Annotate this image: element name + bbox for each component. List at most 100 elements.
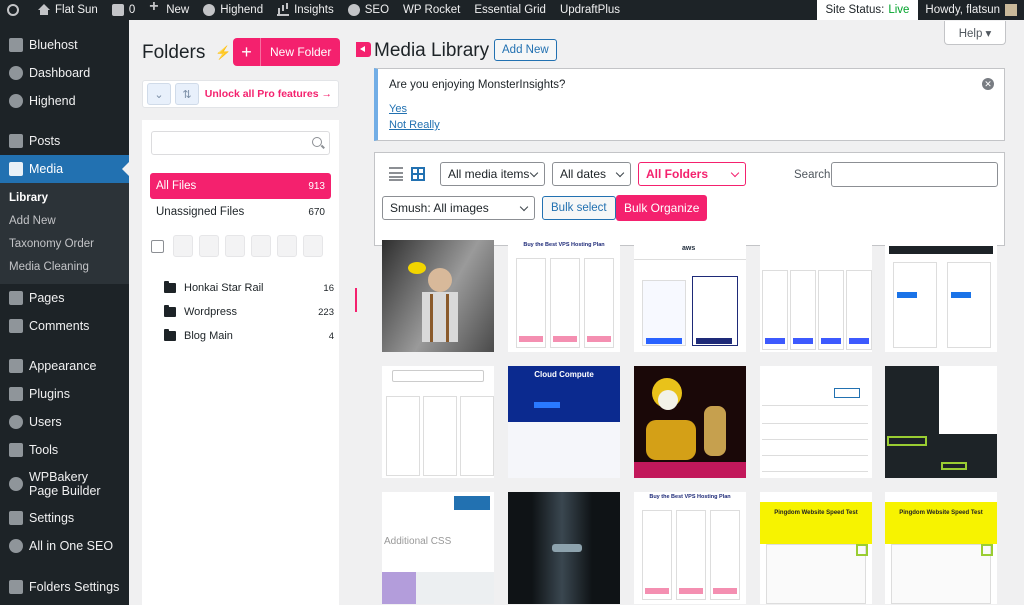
trash-icon[interactable] bbox=[303, 235, 323, 257]
dismiss-icon[interactable]: ✕ bbox=[982, 78, 994, 90]
folder-icon bbox=[164, 281, 176, 293]
pin-icon bbox=[9, 134, 23, 148]
sidebar-item-pages[interactable]: Pages bbox=[0, 284, 129, 312]
comments-menu[interactable]: 0 bbox=[105, 0, 142, 20]
sidebar-item-plugins[interactable]: Plugins bbox=[0, 380, 129, 408]
new-content-menu[interactable]: New bbox=[142, 0, 196, 20]
smush-select[interactable]: Smush: All images bbox=[382, 196, 535, 220]
add-new-button[interactable]: Add New bbox=[494, 39, 557, 61]
sidebar-item-users[interactable]: Users bbox=[0, 408, 129, 436]
submenu-add-new[interactable]: Add New bbox=[0, 209, 129, 232]
folder-item[interactable]: Blog Main 4 bbox=[164, 324, 334, 348]
sidebar-item-media[interactable]: Media bbox=[0, 155, 129, 183]
new-folder-button[interactable]: + New Folder bbox=[233, 38, 340, 66]
essential-grid-label: Essential Grid bbox=[474, 4, 546, 16]
chevron-down-icon bbox=[519, 202, 529, 211]
collapse-folders-button[interactable] bbox=[356, 42, 371, 57]
media-tile[interactable] bbox=[508, 492, 620, 604]
updraftplus-menu[interactable]: UpdraftPlus bbox=[553, 0, 627, 20]
sidebar-item-settings[interactable]: Settings bbox=[0, 504, 129, 532]
notice-yes-link[interactable]: Yes bbox=[389, 103, 407, 115]
submenu-taxonomy-order[interactable]: Taxonomy Order bbox=[0, 232, 129, 255]
bulk-organize-button[interactable]: Bulk Organize bbox=[616, 195, 708, 221]
media-tile[interactable]: Buy the Best VPS Hosting Plan bbox=[508, 240, 620, 352]
insights-menu[interactable]: Insights bbox=[270, 0, 341, 20]
media-search-input[interactable] bbox=[831, 162, 998, 187]
media-type-select[interactable]: All media items bbox=[440, 162, 545, 186]
admin-bar: Flat Sun 0 New Highend Insights SEO WP R… bbox=[0, 0, 1024, 20]
sidebar-item-wpbakery[interactable]: WPBakery Page Builder bbox=[0, 464, 129, 504]
unlock-pro-link[interactable]: Unlock all Pro features → bbox=[205, 88, 332, 100]
sidebar-item-highend[interactable]: Highend bbox=[0, 87, 129, 115]
media-tile[interactable] bbox=[885, 240, 997, 352]
grid-view-icon[interactable] bbox=[411, 167, 425, 181]
notice-question: Are you enjoying MonsterInsights? bbox=[389, 79, 566, 91]
media-tile[interactable]: Pingdom Website Speed Test bbox=[885, 492, 997, 604]
notice-no-link[interactable]: Not Really bbox=[389, 119, 440, 131]
submenu-media-cleaning[interactable]: Media Cleaning bbox=[0, 255, 129, 278]
site-status[interactable]: Site Status: Live bbox=[816, 0, 919, 20]
copy-icon[interactable] bbox=[225, 235, 245, 257]
sort-icon[interactable]: ⇅ bbox=[175, 83, 199, 105]
sidebar-item-label: Plugins bbox=[29, 387, 70, 401]
media-tile[interactable] bbox=[634, 366, 746, 478]
tile-caption: Additional CSS bbox=[384, 536, 452, 547]
plugin-icon bbox=[9, 387, 23, 401]
wp-logo-menu[interactable] bbox=[0, 0, 31, 20]
essential-grid-menu[interactable]: Essential Grid bbox=[467, 0, 553, 20]
media-tile[interactable]: Pingdom Website Speed Test bbox=[760, 492, 872, 604]
account-menu[interactable]: Howdy, flatsun bbox=[918, 0, 1024, 20]
folders-panel: Folders ⚡ + New Folder ⌄ ⇅ Unlock all Pro… bbox=[129, 20, 355, 605]
select-value: All dates bbox=[560, 167, 607, 181]
lock-icon[interactable] bbox=[277, 235, 297, 257]
folder-count: 913 bbox=[308, 180, 325, 192]
folder-unassigned[interactable]: Unassigned Files 670 bbox=[150, 199, 331, 225]
bulk-select-button[interactable]: Bulk select bbox=[542, 196, 616, 220]
sidebar-item-folders-settings[interactable]: Folders Settings bbox=[0, 573, 129, 601]
new-folder-label: New Folder bbox=[270, 45, 332, 59]
folder-select[interactable]: All Folders bbox=[638, 162, 746, 186]
media-tile[interactable] bbox=[885, 366, 997, 478]
highend-menu[interactable]: Highend bbox=[196, 0, 270, 20]
sidebar-item-dashboard[interactable]: Dashboard bbox=[0, 59, 129, 87]
folder-search-input[interactable] bbox=[151, 131, 330, 155]
select-all-checkbox[interactable] bbox=[151, 240, 164, 253]
sidebar-item-appearance[interactable]: Appearance bbox=[0, 352, 129, 380]
site-name-menu[interactable]: Flat Sun bbox=[31, 0, 105, 20]
media-tile[interactable] bbox=[382, 240, 494, 352]
date-select[interactable]: All dates bbox=[552, 162, 631, 186]
media-tile[interactable]: Buy the Best VPS Hosting Plan bbox=[634, 492, 746, 604]
media-tile[interactable] bbox=[760, 366, 872, 478]
paste-icon[interactable] bbox=[251, 235, 271, 257]
monsterinsights-notice: Are you enjoying MonsterInsights? Yes No… bbox=[374, 68, 1005, 141]
plus-icon: + bbox=[233, 38, 261, 66]
media-tile[interactable] bbox=[382, 366, 494, 478]
media-tile[interactable] bbox=[760, 240, 872, 352]
tile-caption: Pingdom Website Speed Test bbox=[899, 510, 983, 516]
new-subfolder-icon[interactable] bbox=[173, 235, 193, 257]
sidebar-item-bluehost[interactable]: Bluehost bbox=[0, 31, 129, 59]
help-button[interactable]: Help ▾ bbox=[944, 21, 1006, 45]
media-tile[interactable]: aws bbox=[634, 240, 746, 352]
list-view-icon[interactable] bbox=[389, 167, 403, 181]
sidebar-item-label: Posts bbox=[29, 134, 61, 148]
collapse-icon[interactable]: ⌄ bbox=[147, 83, 171, 105]
wp-rocket-menu[interactable]: WP Rocket bbox=[396, 0, 467, 20]
sidebar-item-comments[interactable]: Comments bbox=[0, 312, 129, 340]
submenu-library[interactable]: Library bbox=[0, 186, 129, 209]
folder-item[interactable]: Wordpress 223 bbox=[164, 300, 334, 324]
media-tile[interactable]: Additional CSS bbox=[382, 492, 494, 604]
sidebar-item-posts[interactable]: Posts bbox=[0, 127, 129, 155]
bluehost-icon bbox=[9, 38, 23, 52]
wpbakery-icon bbox=[9, 477, 23, 491]
media-tile[interactable]: Cloud Compute bbox=[508, 366, 620, 478]
seo-label: SEO bbox=[364, 4, 390, 16]
folders-title: Folders bbox=[142, 42, 206, 63]
seo-menu[interactable]: SEO bbox=[341, 0, 396, 20]
bolt-icon[interactable]: ⚡ bbox=[215, 45, 231, 60]
folder-all-files[interactable]: All Files 913 bbox=[150, 173, 331, 199]
folder-item[interactable]: Honkai Star Rail 16 bbox=[164, 276, 334, 300]
sidebar-item-aioseo[interactable]: All in One SEO bbox=[0, 532, 129, 560]
sidebar-item-tools[interactable]: Tools bbox=[0, 436, 129, 464]
cut-icon[interactable] bbox=[199, 235, 219, 257]
